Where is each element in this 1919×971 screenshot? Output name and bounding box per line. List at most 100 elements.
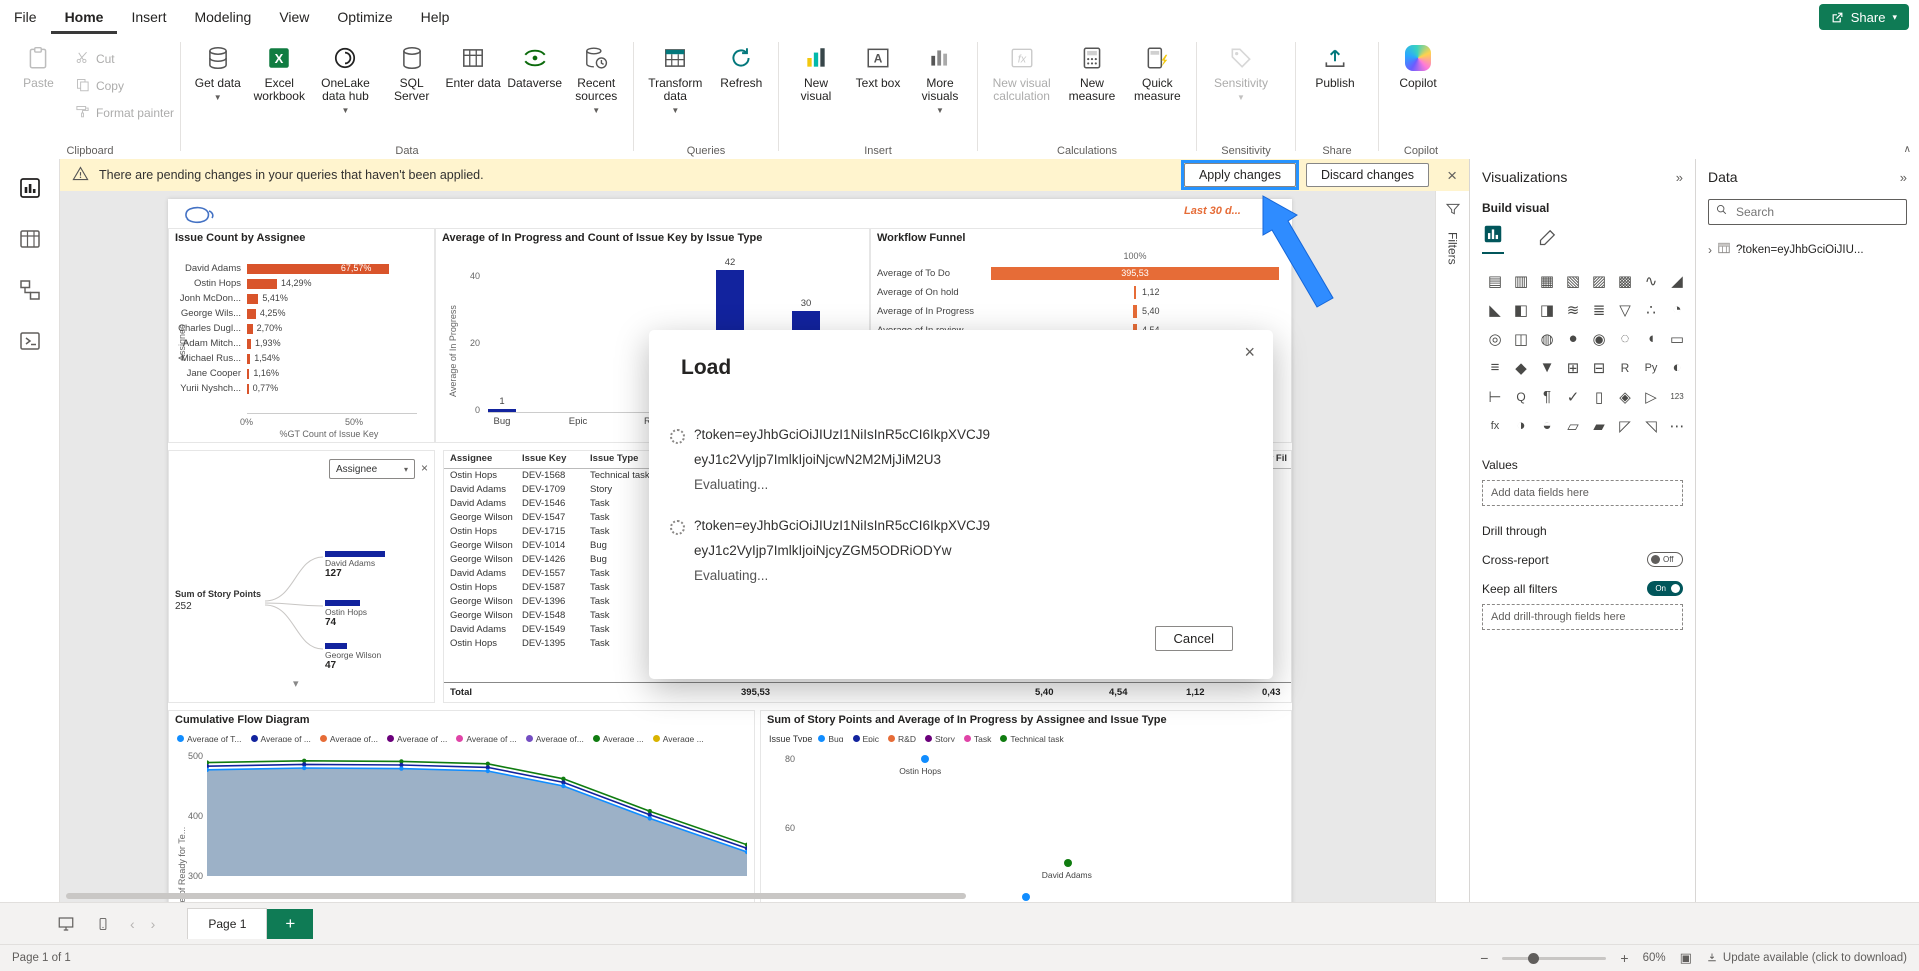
menu-insert[interactable]: Insert (117, 0, 180, 34)
get-data-button[interactable]: Get data▼ (187, 38, 249, 109)
previous-page-icon[interactable]: ‹ (130, 916, 135, 932)
visual-type-icon[interactable]: ◉ (1586, 324, 1612, 353)
visual-type-icon[interactable]: ¶ (1534, 382, 1560, 411)
discard-changes-button[interactable]: Discard changes (1306, 163, 1429, 187)
transform-data-button[interactable]: Transform data▼ (640, 38, 711, 122)
menu-modeling[interactable]: Modeling (180, 0, 265, 34)
visual-type-icon[interactable]: ▯ (1586, 382, 1612, 411)
menu-file[interactable]: File (0, 0, 51, 34)
excel-workbook-button[interactable]: X Excel workbook (249, 38, 311, 108)
paste-button[interactable]: Paste (6, 38, 71, 95)
visual-type-icon[interactable]: ◎ (1482, 324, 1508, 353)
visual-type-icon[interactable]: ▽ (1612, 295, 1638, 324)
visual-type-icon[interactable]: ◫ (1508, 324, 1534, 353)
filters-pane-collapsed[interactable]: Filters (1435, 191, 1469, 902)
visual-type-icon[interactable]: Py (1638, 353, 1664, 382)
visual-type-icon[interactable]: ⋯ (1664, 411, 1690, 440)
page-tab[interactable]: Page 1 (187, 908, 267, 939)
menu-view[interactable]: View (265, 0, 323, 34)
visual-type-icon[interactable]: ◈ (1612, 382, 1638, 411)
apply-changes-button[interactable]: Apply changes (1184, 163, 1296, 187)
dialog-close-icon[interactable]: × (1244, 342, 1255, 363)
zoom-in-button[interactable]: + (1620, 950, 1628, 966)
new-page-button[interactable]: + (267, 909, 313, 939)
report-view-icon[interactable] (18, 176, 42, 200)
visual-issue-count-by-assignee[interactable]: Issue Count by Assignee Assignee 0% 50% … (168, 228, 435, 443)
semantic-model-table-item[interactable]: › ?token=eyJhbGciOiJIU... (1708, 241, 1907, 258)
share-button[interactable]: Share ▾ (1819, 4, 1909, 30)
visual-type-icon[interactable]: ◌ (1612, 324, 1638, 353)
refresh-button[interactable]: Refresh (711, 38, 772, 95)
collapse-pane-icon[interactable]: » (1900, 170, 1907, 185)
visual-type-icon[interactable]: ◒ (1534, 411, 1560, 440)
fit-to-page-icon[interactable]: ▣ (1680, 950, 1692, 966)
visual-type-icon[interactable]: ◆ (1508, 353, 1534, 382)
visual-type-icon[interactable]: ◑ (1508, 411, 1534, 440)
onelake-data-hub-button[interactable]: OneLake data hub▼ (310, 38, 381, 122)
visual-type-icon[interactable]: ⊞ (1560, 353, 1586, 382)
table-view-icon[interactable] (18, 227, 42, 251)
menu-help[interactable]: Help (407, 0, 464, 34)
visual-type-icon[interactable]: ▷ (1638, 382, 1664, 411)
zoom-out-button[interactable]: − (1480, 950, 1488, 966)
cancel-button[interactable]: Cancel (1155, 626, 1233, 651)
visual-type-icon[interactable]: Q (1508, 382, 1534, 411)
visual-type-icon[interactable]: ▤ (1482, 266, 1508, 295)
visual-type-icon[interactable]: fx (1482, 411, 1508, 440)
zoom-slider-handle[interactable] (1528, 953, 1539, 964)
cross-report-toggle[interactable]: Off (1647, 552, 1683, 567)
visual-type-icon[interactable]: ◢ (1664, 266, 1690, 295)
add-drill-through-fields-dropzone[interactable]: Add drill-through fields here (1482, 604, 1683, 630)
visual-type-icon[interactable]: ◧ (1508, 295, 1534, 324)
visual-type-icon[interactable]: ◹ (1638, 411, 1664, 440)
visual-type-icon[interactable]: ◐ (1664, 353, 1690, 382)
next-page-icon[interactable]: › (151, 916, 156, 932)
visual-story-points-scatter[interactable]: Sum of Story Points and Average of In Pr… (760, 710, 1292, 902)
visual-type-icon[interactable]: ◨ (1534, 295, 1560, 324)
visual-type-icon[interactable]: ● (1560, 324, 1586, 353)
dax-query-view-icon[interactable] (18, 329, 42, 353)
text-box-button[interactable]: A Text box (847, 38, 909, 95)
visual-type-icon[interactable]: ▩ (1612, 266, 1638, 295)
visual-type-icon[interactable]: ▦ (1534, 266, 1560, 295)
format-visual-tab[interactable] (1538, 227, 1558, 254)
visual-type-icon[interactable]: ▰ (1586, 411, 1612, 440)
visual-type-icon[interactable]: ≋ (1560, 295, 1586, 324)
update-available-link[interactable]: Update available (click to download) (1706, 952, 1907, 964)
visual-type-icon[interactable]: ✓ (1560, 382, 1586, 411)
copy-button[interactable]: Copy (75, 77, 174, 95)
cut-button[interactable]: Cut (75, 50, 174, 68)
keep-all-filters-toggle[interactable]: On (1647, 581, 1683, 596)
visual-type-icon[interactable]: ◖ (1638, 324, 1664, 353)
visual-type-icon[interactable]: ▧ (1560, 266, 1586, 295)
dataverse-button[interactable]: Dataverse (504, 38, 566, 95)
new-visual-button[interactable]: New visual (785, 38, 847, 108)
banner-close-icon[interactable]: × (1447, 167, 1457, 184)
collapse-ribbon-icon[interactable]: ∧ (1904, 144, 1911, 155)
zoom-slider[interactable] (1502, 957, 1606, 960)
menu-home[interactable]: Home (51, 0, 118, 34)
recent-sources-button[interactable]: Recent sources▼ (565, 38, 627, 122)
add-data-fields-dropzone[interactable]: Add data fields here (1482, 480, 1683, 506)
copilot-button[interactable]: Copilot (1385, 38, 1451, 95)
search-input[interactable] (1734, 204, 1900, 220)
sensitivity-button[interactable]: Sensitivity▼ (1203, 38, 1279, 109)
visual-type-icon[interactable]: ◸ (1612, 411, 1638, 440)
visual-type-icon[interactable]: ◍ (1534, 324, 1560, 353)
menu-optimize[interactable]: Optimize (323, 0, 406, 34)
enter-data-button[interactable]: Enter data (442, 38, 504, 95)
model-view-icon[interactable] (18, 278, 42, 302)
visual-cumulative-flow[interactable]: Cumulative Flow Diagram Average of T...A… (168, 710, 755, 902)
visual-type-icon[interactable]: R (1612, 353, 1638, 382)
visual-type-icon[interactable]: ≡ (1482, 353, 1508, 382)
new-measure-button[interactable]: New measure (1059, 38, 1124, 108)
visual-type-icon[interactable]: ◔ (1664, 295, 1690, 324)
canvas-horizontal-scrollbar[interactable] (66, 893, 966, 899)
mobile-layout-icon[interactable] (96, 915, 110, 933)
format-painter-button[interactable]: Format painter (75, 104, 174, 122)
visual-type-icon[interactable]: ▱ (1560, 411, 1586, 440)
visual-type-icon[interactable]: ≣ (1586, 295, 1612, 324)
visual-type-icon[interactable]: ▨ (1586, 266, 1612, 295)
more-visuals-button[interactable]: More visuals▼ (909, 38, 971, 122)
publish-button[interactable]: Publish (1302, 38, 1368, 95)
